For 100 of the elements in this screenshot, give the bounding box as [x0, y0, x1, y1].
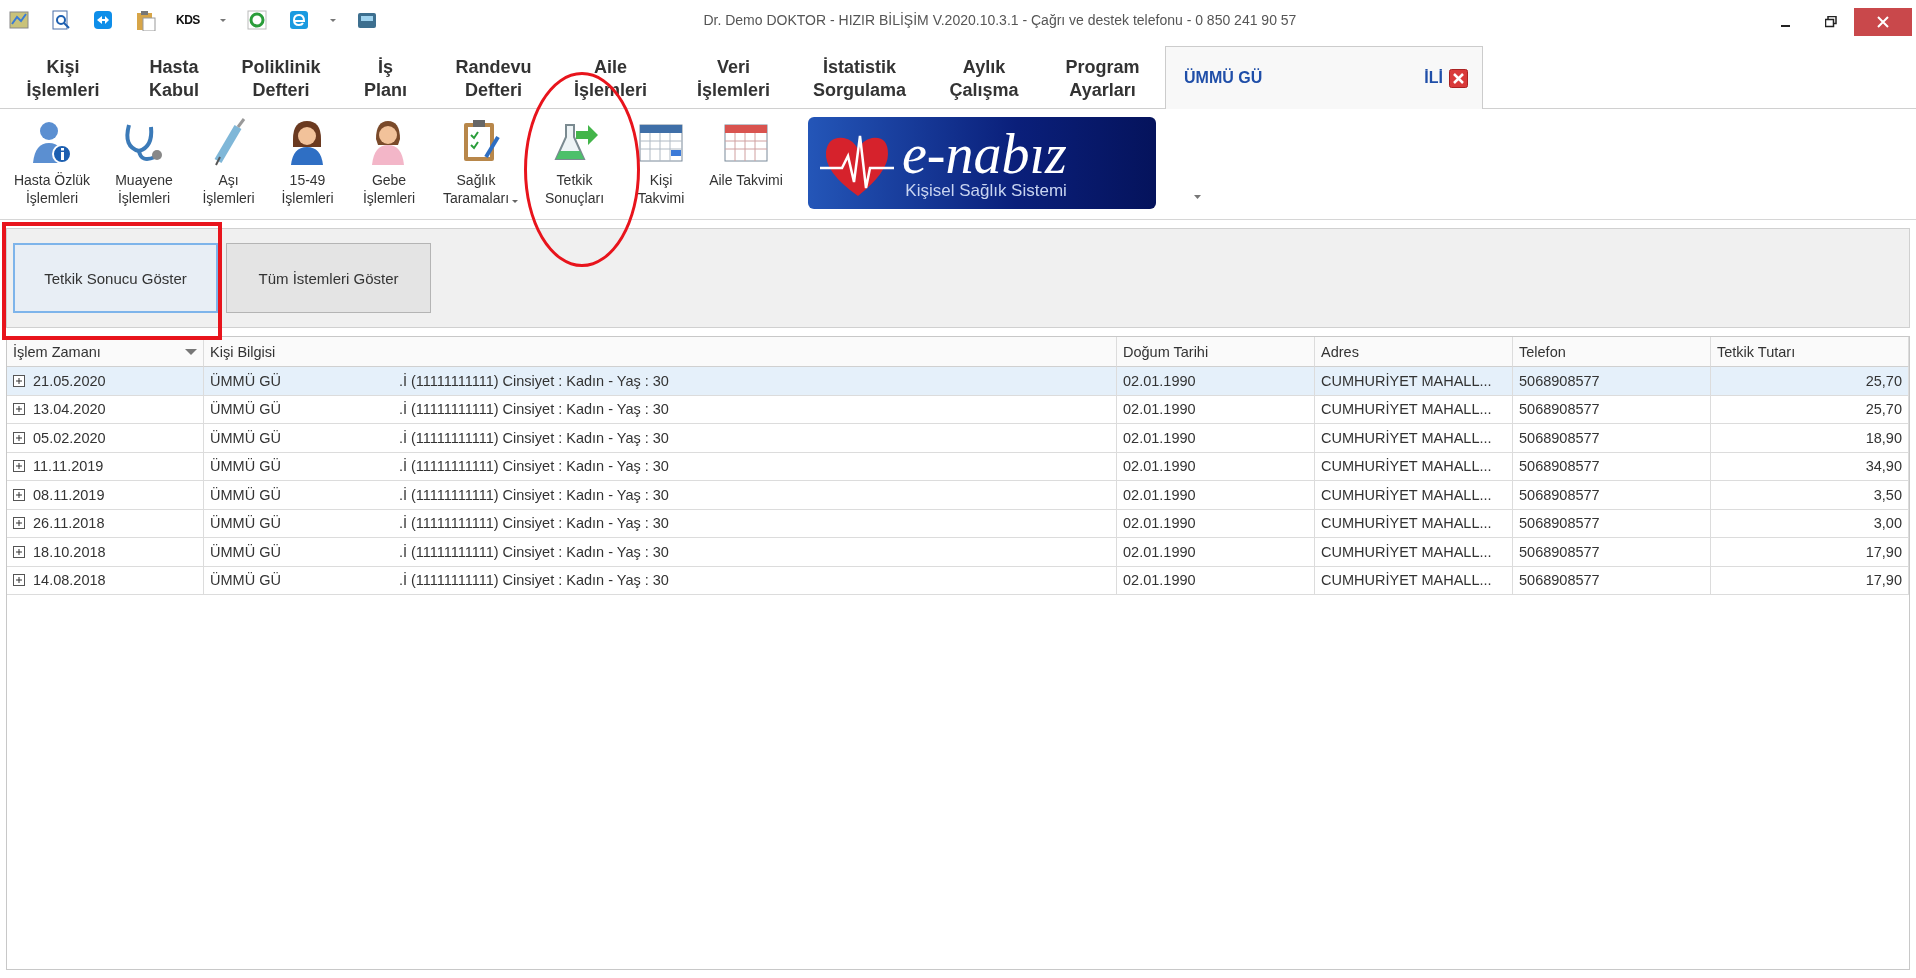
toolbar-button[interactable]: Muayene İşlemleri [100, 109, 188, 207]
table-cell: 25,70 [1865, 401, 1902, 418]
column-header-label: İşlem Zamanı [13, 343, 101, 360]
toolbar-button[interactable]: 15-49 İşlemleri [269, 109, 346, 207]
table-cell: 3,50 [1873, 486, 1902, 503]
table-cell: 5068908577 [1519, 486, 1600, 503]
table-cell: 34,90 [1865, 458, 1902, 475]
banner-title: e-nabız [902, 126, 1067, 182]
ribbon-tab[interactable]: Randevu Defteri [437, 56, 550, 108]
column-header[interactable]: Adres [1315, 337, 1513, 367]
table-cell: CUMHURİYET MAHALL... [1321, 429, 1492, 446]
column-header-label: Tetkik Tutarı [1717, 343, 1796, 360]
column-header-label: Doğum Tarihi [1123, 343, 1209, 360]
toolbar-button[interactable]: Aşı İşlemleri [188, 109, 269, 207]
column-header[interactable]: Telefon [1513, 337, 1711, 367]
column-header[interactable]: Kişi Bilgisi [204, 337, 1117, 367]
caret-icon[interactable] [1194, 195, 1201, 199]
table-cell: 26.11.2018 [33, 515, 105, 532]
table-cell: .İ (11111111111) Cinsiyet : Kadın - Yaş : 30 [398, 486, 669, 503]
patient-name-start: ÜMMÜ GÜ [1184, 69, 1264, 87]
expand-icon[interactable] [13, 488, 25, 501]
ribbon-tab[interactable]: İstatistik Sorgulama [796, 56, 923, 108]
close-button[interactable] [1854, 8, 1912, 36]
table-cell: 08.11.2019 [33, 486, 105, 503]
expand-icon[interactable] [13, 431, 25, 444]
table-cell: 17,90 [1865, 572, 1902, 589]
table-cell: CUMHURİYET MAHALL... [1321, 543, 1492, 560]
toolbar-button[interactable]: Tetkik Sonuçları [529, 109, 620, 207]
table-cell: 18,90 [1865, 429, 1902, 446]
ribbon-tab[interactable]: Poliklinik Defteri [228, 56, 334, 108]
table-cell: 5068908577 [1519, 401, 1600, 418]
patient-tab[interactable]: ÜMMÜ GÜ İLİ [1165, 46, 1483, 109]
clipboard-icon[interactable] [134, 9, 156, 31]
table-cell: ÜMMÜ GÜ [210, 401, 281, 418]
document-search-icon[interactable] [50, 9, 72, 31]
caret-icon[interactable] [329, 18, 336, 22]
ribbon-tab[interactable]: Aylık Çalışma [923, 56, 1045, 108]
table-cell: 05.02.2020 [33, 429, 106, 446]
table-cell: 02.01.1990 [1123, 458, 1196, 475]
tab-close-icon[interactable] [1449, 68, 1468, 88]
ribbon-tab[interactable]: Kişi İşlemleri [6, 56, 120, 108]
table-cell: CUMHURİYET MAHALL... [1321, 486, 1492, 503]
expand-icon[interactable] [13, 574, 25, 587]
table-cell: .İ (11111111111) Cinsiyet : Kadın - Yaş : 30 [398, 515, 669, 532]
table-cell: 5068908577 [1519, 429, 1600, 446]
expand-icon[interactable] [13, 403, 25, 416]
action-button[interactable]: Tetkik Sonucu Göster [13, 243, 218, 313]
expand-icon[interactable] [13, 545, 25, 558]
table-cell: ÜMMÜ GÜ [210, 458, 281, 475]
expand-icon[interactable] [13, 517, 25, 530]
table-cell: 13.04.2020 [33, 401, 106, 418]
patient-name-end: İLİ [1424, 69, 1443, 87]
toolbar-button[interactable]: Kişi Takvimi [620, 109, 702, 207]
e-nabiz-banner[interactable]: e-nabız Kişisel Sağlık Sistemi [808, 117, 1156, 209]
ribbon-tab[interactable]: Program Ayarları [1045, 56, 1160, 108]
sort-caret-icon[interactable] [185, 348, 197, 355]
table-cell: ÜMMÜ GÜ [210, 572, 281, 589]
table-cell: CUMHURİYET MAHALL... [1321, 458, 1492, 475]
table-cell: 02.01.1990 [1123, 486, 1196, 503]
action-button[interactable]: Tüm İstemleri Göster [226, 243, 431, 313]
expand-icon[interactable] [13, 460, 25, 473]
browser-icon[interactable] [287, 9, 310, 31]
column-header-label: Telefon [1519, 343, 1566, 360]
table-cell: .İ (11111111111) Cinsiyet : Kadın - Yaş : 30 [398, 572, 669, 589]
column-header[interactable]: Tetkik Tutarı [1711, 337, 1909, 367]
ribbon-tab[interactable]: İş Planı [334, 56, 437, 108]
table-cell: ÜMMÜ GÜ [210, 543, 281, 560]
toolbar-button[interactable]: Gebe İşlemleri [346, 109, 432, 207]
table-cell: 21.05.2020 [33, 372, 106, 389]
table-cell: CUMHURİYET MAHALL... [1321, 372, 1492, 389]
table-cell: 25,70 [1865, 372, 1902, 389]
toolbar-button[interactable]: Hasta Özlük İşlemleri [4, 109, 100, 207]
column-header[interactable]: Doğum Tarihi [1117, 337, 1315, 367]
table-cell: 3,00 [1873, 515, 1902, 532]
table-cell: .İ (11111111111) Cinsiyet : Kadın - Yaş : 30 [398, 458, 669, 475]
table-cell: CUMHURİYET MAHALL... [1321, 572, 1492, 589]
caret-icon[interactable] [219, 18, 226, 22]
table-cell: .İ (11111111111) Cinsiyet : Kadın - Yaş : 30 [398, 543, 669, 560]
table-cell: 18.10.2018 [33, 543, 106, 560]
kds-button[interactable]: KDS [176, 13, 200, 27]
table-cell: 11.11.2019 [33, 458, 104, 475]
remote-support-icon[interactable] [92, 9, 114, 31]
expand-icon[interactable] [13, 374, 25, 387]
table-cell: ÜMMÜ GÜ [210, 429, 281, 446]
table-cell: 5068908577 [1519, 572, 1600, 589]
table-cell: .İ (11111111111) Cinsiyet : Kadın - Yaş : 30 [398, 372, 669, 389]
caret-icon[interactable] [512, 200, 519, 203]
table-cell: 02.01.1990 [1123, 401, 1196, 418]
table-cell: .İ (11111111111) Cinsiyet : Kadın - Yaş : 30 [398, 401, 669, 418]
table-cell: 5068908577 [1519, 458, 1600, 475]
toolbar-button[interactable]: Sağlık Taramaları [432, 109, 529, 207]
table-cell: .İ (11111111111) Cinsiyet : Kadın - Yaş : 30 [398, 429, 669, 446]
toolbar-button[interactable]: Aile Takvimi [702, 109, 790, 189]
table-cell: 02.01.1990 [1123, 515, 1196, 532]
table-cell: ÜMMÜ GÜ [210, 515, 281, 532]
ribbon-tab[interactable]: Veri İşlemleri [671, 56, 796, 108]
banner-subtitle: Kişisel Sağlık Sistemi [905, 182, 1067, 200]
ribbon-tab[interactable]: Hasta Kabul [120, 56, 228, 108]
table-cell: 14.08.2018 [33, 572, 106, 589]
table-cell: ÜMMÜ GÜ [210, 486, 281, 503]
